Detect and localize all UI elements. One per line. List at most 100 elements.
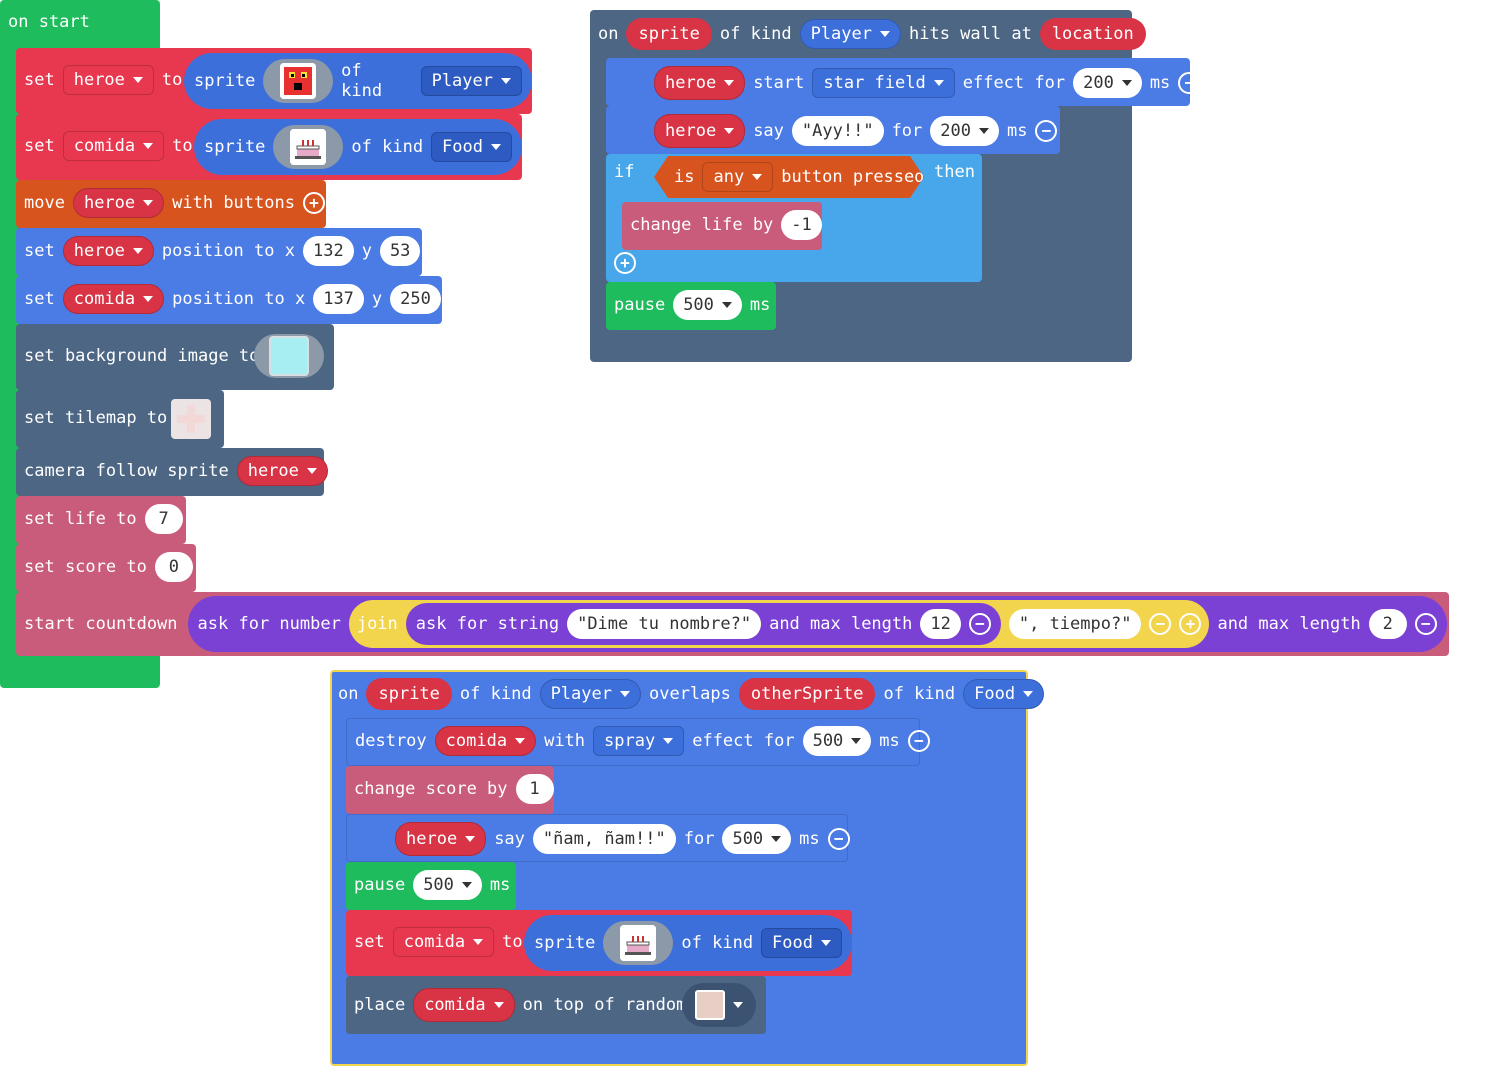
collapse-minus-icon[interactable]: −	[1035, 120, 1058, 142]
sprite-of-kind-reporter[interactable]: sprite of kind Player	[184, 53, 532, 109]
score-value-input[interactable]: 0	[154, 552, 193, 582]
life-change-input[interactable]: -1	[781, 210, 822, 240]
set-comida-sprite-block[interactable]: set comida to sprite of kind Food	[16, 114, 522, 180]
collapse-minus-icon[interactable]: −	[1149, 613, 1172, 635]
kind-dropdown-player[interactable]: Player	[420, 66, 522, 96]
set-comida-position-block[interactable]: set comida position to x 137 y 250	[16, 276, 442, 324]
duration-dropdown[interactable]: 200	[1073, 68, 1142, 98]
duration-dropdown[interactable]: 200	[930, 116, 999, 146]
collapse-minus-icon[interactable]: −	[968, 613, 991, 635]
camera-follow-sprite-block[interactable]: camera follow sprite heroe	[16, 448, 328, 496]
tile-picker-dropdown[interactable]	[682, 983, 756, 1027]
life-value-input[interactable]: 7	[144, 504, 183, 534]
sprite-image-picker[interactable]	[273, 125, 344, 169]
pause-block[interactable]: pause 500 ms	[606, 282, 776, 330]
x-value-input[interactable]: 137	[313, 284, 364, 314]
set-score-block[interactable]: set score to 0	[16, 544, 196, 592]
move-keyword: move	[24, 193, 65, 213]
duration-dropdown[interactable]: 500	[722, 824, 792, 854]
collapse-minus-icon[interactable]: −	[907, 730, 930, 752]
chevron-down-icon	[515, 738, 526, 744]
sprite-image-picker[interactable]	[263, 59, 334, 103]
on-keyword: on	[598, 24, 619, 44]
variable-dropdown-comida[interactable]: comida	[413, 988, 515, 1022]
y-value-input[interactable]: 250	[390, 284, 441, 314]
set-tilemap-block[interactable]: set tilemap to	[16, 390, 224, 448]
destroy-block[interactable]: destroy comida with spray effect for 500…	[346, 718, 930, 766]
kind-dropdown-food[interactable]: Food	[431, 132, 512, 162]
place-on-random-tile-block[interactable]: place comida on top of random	[346, 976, 766, 1034]
max-length-input[interactable]: 12	[920, 609, 961, 639]
prompt-string-input[interactable]: "Dime tu nombre?"	[567, 609, 762, 639]
duration-dropdown[interactable]: 500	[413, 870, 482, 900]
add-else-plus-icon[interactable]: +	[614, 252, 636, 274]
effect-dropdown[interactable]: spray	[593, 726, 685, 756]
variable-dropdown-heroe[interactable]: heroe	[654, 66, 746, 100]
effect-dropdown[interactable]: star field	[812, 68, 955, 98]
expand-plus-icon[interactable]: +	[302, 192, 325, 214]
kind-dropdown-food[interactable]: Food	[963, 679, 1045, 709]
max-length-keyword: and max length	[769, 614, 913, 634]
variable-dropdown-comida[interactable]: comida	[62, 131, 165, 161]
move-with-buttons-block[interactable]: move heroe with buttons +	[16, 180, 326, 228]
other-sprite-variable-reporter[interactable]: otherSprite	[738, 678, 876, 710]
pause-block[interactable]: pause 500 ms	[346, 862, 516, 910]
y-value-input[interactable]: 53	[379, 236, 421, 266]
sprite-image-picker[interactable]	[603, 921, 674, 965]
duration-dropdown[interactable]: 500	[673, 290, 742, 320]
start-countdown-block[interactable]: start countdown ask for number join ask …	[16, 592, 1487, 656]
chevron-down-icon	[851, 738, 862, 744]
x-value-input[interactable]: 132	[302, 236, 354, 266]
variable-dropdown-heroe[interactable]: heroe	[654, 114, 746, 148]
background-image-picker[interactable]	[254, 334, 324, 378]
sprite-variable-reporter[interactable]: sprite	[626, 18, 712, 50]
say-block[interactable]: heroe say "ñam, ñam!!" for 500 ms −	[346, 814, 850, 862]
sprite-variable-reporter[interactable]: sprite	[366, 678, 452, 710]
variable-dropdown-heroe[interactable]: heroe	[62, 236, 154, 266]
score-change-input[interactable]: 1	[515, 774, 554, 804]
change-life-block[interactable]: change life by -1	[622, 202, 822, 250]
say-text-input[interactable]: "ñam, ñam!!"	[532, 824, 676, 854]
tilemap-picker[interactable]	[171, 399, 211, 439]
is-button-pressed-condition[interactable]: is any button pressed	[654, 156, 924, 198]
collapse-minus-icon[interactable]: −	[827, 828, 850, 850]
set-heroe-sprite-block[interactable]: set heroe to sprite of kind Player	[16, 48, 532, 114]
ask-for-number-reporter[interactable]: ask for number join ask for string "Dime…	[187, 596, 1447, 652]
start-effect-block[interactable]: heroe start star field effect for 200 ms…	[606, 58, 1201, 106]
ask-for-string-reporter[interactable]: ask for string "Dime tu nombre?" and max…	[405, 603, 1001, 645]
duration-dropdown[interactable]: 500	[802, 726, 872, 756]
say-block[interactable]: heroe say "Ayy!!" for 200 ms −	[606, 106, 1060, 154]
effect-for-keyword: effect for	[692, 731, 795, 751]
kind-dropdown-player[interactable]: Player	[539, 679, 641, 709]
say-text-input[interactable]: "Ayy!!"	[791, 116, 884, 146]
sprite-of-kind-reporter[interactable]: sprite of kind Food	[524, 915, 852, 971]
variable-dropdown-heroe[interactable]: heroe	[62, 65, 154, 95]
set-background-image-block[interactable]: set background image to	[16, 324, 334, 390]
collapse-minus-icon[interactable]: −	[1178, 72, 1201, 94]
set-keyword: set	[354, 932, 385, 952]
change-score-block[interactable]: change score by 1	[346, 766, 554, 814]
join-reporter[interactable]: join ask for string "Dime tu nombre?" an…	[348, 600, 1210, 648]
collapse-minus-icon[interactable]: −	[1414, 613, 1437, 635]
set-heroe-position-block[interactable]: set heroe position to x 132 y 53	[16, 228, 422, 276]
variable-dropdown-heroe[interactable]: heroe	[72, 188, 165, 218]
ms-keyword: ms	[879, 731, 900, 751]
variable-dropdown-comida[interactable]: comida	[62, 284, 165, 314]
kind-dropdown-player[interactable]: Player	[799, 19, 901, 49]
chevron-down-icon	[132, 248, 143, 254]
variable-dropdown-comida[interactable]: comida	[434, 726, 537, 756]
y-keyword: y	[361, 241, 372, 261]
variable-dropdown-heroe[interactable]: heroe	[395, 822, 487, 856]
variable-dropdown-heroe[interactable]: heroe	[236, 456, 328, 486]
max-length-input[interactable]: 2	[1368, 609, 1407, 639]
expand-plus-icon[interactable]: +	[1179, 613, 1202, 635]
variable-dropdown-comida[interactable]: comida	[392, 927, 495, 957]
set-life-block[interactable]: set life to 7	[16, 496, 186, 544]
location-variable-reporter[interactable]: location	[1039, 18, 1146, 50]
set-comida-sprite-block[interactable]: set comida to sprite of kind Food	[346, 910, 852, 976]
suffix-string-input[interactable]: ", tiempo?"	[1008, 609, 1142, 639]
button-dropdown-any[interactable]: any	[702, 162, 773, 192]
sprite-of-kind-reporter[interactable]: sprite of kind Food	[194, 119, 522, 175]
tilemap-thumbnail-icon	[177, 405, 205, 433]
kind-dropdown-food[interactable]: Food	[761, 928, 842, 958]
